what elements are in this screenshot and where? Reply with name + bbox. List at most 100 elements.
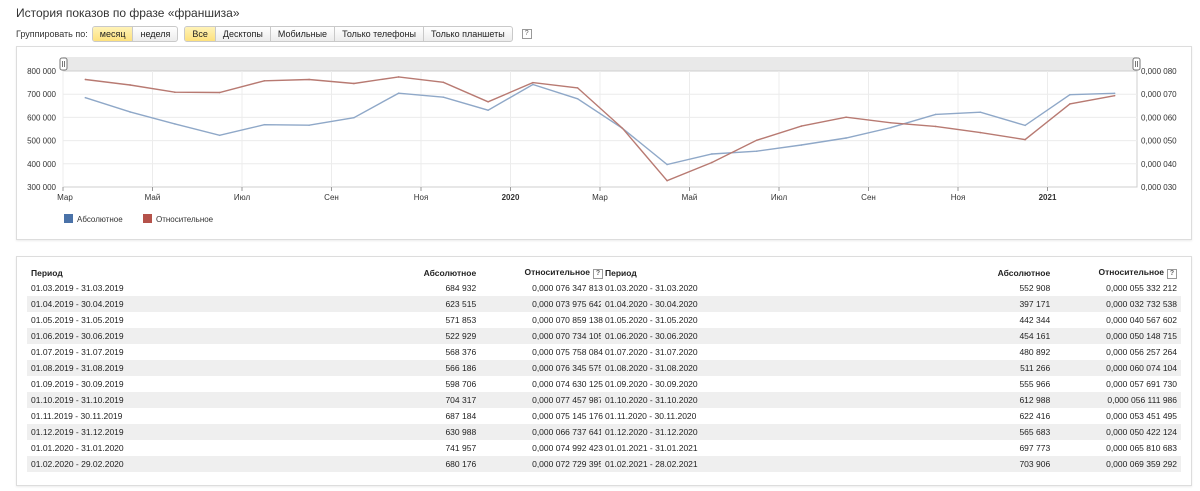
data-table-right: Период Абсолютное Относительное? 01.03.2… xyxy=(601,266,1181,472)
period-cell: 01.10.2020 - 31.10.2020 xyxy=(601,392,951,408)
data-point xyxy=(1069,93,1071,96)
data-point xyxy=(755,139,758,142)
device-mobile-button[interactable]: Мобильные xyxy=(269,27,334,41)
period-cell: 01.11.2020 - 30.11.2020 xyxy=(605,411,697,421)
y-right-tick-label: 0,000 060 xyxy=(1141,113,1177,122)
range-scrollbar[interactable] xyxy=(63,57,1137,71)
absolute-cell: 697 773 xyxy=(1019,443,1051,453)
table-row: 01.05.2019 - 31.05.2019 571 853 0,000 070 … xyxy=(27,312,607,328)
range-handle-left[interactable] xyxy=(59,57,68,71)
data-point xyxy=(890,126,892,129)
period-cell: 01.02.2020 - 29.02.2020 xyxy=(27,456,377,472)
group-by-label: Группировать по: xyxy=(16,29,88,39)
data-point xyxy=(934,125,937,128)
period-toggle: месяц неделя xyxy=(91,26,179,42)
table-row: 01.06.2020 - 30.06.2020 454 161 0,000 050 … xyxy=(601,328,1181,344)
data-point xyxy=(487,100,489,103)
help-icon[interactable]: ? xyxy=(521,29,532,39)
column-header-relative: Относительное? xyxy=(1054,266,1181,280)
table-row: 01.10.2020 - 31.10.2020 612 988 0,000 056 … xyxy=(601,392,1181,408)
page-title: История показов по фразе «франшиза» xyxy=(16,6,240,20)
relative-cell: 0,000 060 074 104 xyxy=(1054,360,1181,376)
period-cell: 01.05.2020 - 31.05.2020 xyxy=(605,315,698,325)
absolute-cell: 571 853 xyxy=(445,315,477,325)
y-left-tick-label: 300 000 xyxy=(27,183,56,192)
period-cell: 01.03.2020 - 31.03.2020 xyxy=(605,283,698,293)
table-row: 01.07.2020 - 31.07.2020 480 892 0,000 056 … xyxy=(601,344,1181,360)
column-header-period: Период xyxy=(31,268,63,278)
data-point xyxy=(263,123,266,126)
impressions-chart: 800 000 0,000 080 700 000 0,000 070 600 000 0… xyxy=(27,57,1177,224)
group-week-button[interactable]: неделя xyxy=(132,27,177,41)
data-point xyxy=(218,134,221,137)
data-point xyxy=(218,91,221,94)
relative-cell: 0,000 057 691 730 xyxy=(1106,379,1177,389)
period-cell: 01.12.2020 - 31.12.2020 xyxy=(601,424,951,440)
chart-panel: 800 000 0,000 080 700 000 0,000 070 600 000 0… xyxy=(16,46,1192,240)
table-row: 01.03.2020 - 31.03.2020 552 908 0,000 055 … xyxy=(601,280,1181,296)
relative-cell: 0,000 050 148 715 xyxy=(1054,328,1181,344)
period-cell: 01.06.2019 - 30.06.2019 xyxy=(27,328,377,344)
device-tablets-button[interactable]: Только планшеты xyxy=(422,27,512,41)
period-cell: 01.09.2019 - 30.09.2019 xyxy=(31,379,124,389)
period-cell: 01.04.2020 - 30.04.2020 xyxy=(601,296,951,312)
relative-cell: 0,000 040 567 602 xyxy=(1106,315,1177,325)
table-row: 01.06.2019 - 30.06.2019 522 929 0,000 070 … xyxy=(27,328,607,344)
legend-label: Абсолютное xyxy=(77,215,123,224)
period-cell: 01.07.2020 - 31.07.2020 xyxy=(605,347,698,357)
absolute-cell: 598 706 xyxy=(445,379,477,389)
data-point xyxy=(845,116,847,119)
table-row: 01.04.2020 - 30.04.2020 397 171 0,000 032 … xyxy=(601,296,1181,312)
period-cell: 01.11.2019 - 30.11.2019 xyxy=(31,411,123,421)
data-point xyxy=(129,111,131,113)
absolute-cell: 741 957 xyxy=(445,443,477,453)
data-point xyxy=(532,81,534,84)
table-row: 01.05.2020 - 31.05.2020 442 344 0,000 040 … xyxy=(601,312,1181,328)
data-point xyxy=(800,125,803,127)
device-desktop-button[interactable]: Десктопы xyxy=(214,27,270,41)
absolute-cell: 566 186 xyxy=(376,360,481,376)
device-phones-button[interactable]: Только телефоны xyxy=(334,27,423,41)
data-point xyxy=(979,111,982,113)
data-point xyxy=(621,127,624,130)
period-cell: 01.04.2019 - 30.04.2019 xyxy=(27,296,377,312)
relative-cell: 0,000 053 451 495 xyxy=(1106,411,1177,421)
data-point xyxy=(532,83,534,86)
data-point xyxy=(711,161,713,164)
absolute-cell: 612 988 xyxy=(950,392,1055,408)
period-cell: 01.06.2020 - 30.06.2020 xyxy=(601,328,951,344)
table-row: 01.09.2019 - 30.09.2019 598 706 0,000 074 … xyxy=(27,376,607,392)
absolute-cell: 687 184 xyxy=(445,411,477,421)
y-right-tick-label: 0,000 070 xyxy=(1141,90,1177,99)
data-point xyxy=(890,121,892,124)
data-point xyxy=(800,144,803,146)
range-handle-right[interactable] xyxy=(1132,57,1141,71)
relative-cell: 0,000 032 732 538 xyxy=(1054,296,1181,312)
relative-cell: 0,000 074 630 125 xyxy=(532,379,603,389)
x-tick-label: Сен xyxy=(324,193,339,202)
absolute-cell: 555 966 xyxy=(1019,379,1051,389)
help-icon[interactable]: ? xyxy=(1167,269,1177,279)
data-point xyxy=(979,131,982,134)
y-left-tick-label: 800 000 xyxy=(27,67,56,76)
relative-cell: 0,000 074 992 423 xyxy=(532,443,603,453)
table-row: 01.01.2021 - 31.01.2021 697 773 0,000 065 … xyxy=(601,440,1181,456)
period-cell: 01.01.2021 - 31.01.2021 xyxy=(605,443,698,453)
group-month-button[interactable]: месяц xyxy=(92,27,133,41)
relative-cell: 0,000 077 457 987 xyxy=(480,392,607,408)
y-left-tick-label: 700 000 xyxy=(27,90,56,99)
data-point xyxy=(845,137,847,139)
table-row: 01.09.2020 - 30.09.2020 555 966 0,000 057 … xyxy=(601,376,1181,392)
data-point xyxy=(711,153,713,155)
relative-cell: 0,000 056 111 986 xyxy=(1054,392,1181,408)
data-point xyxy=(666,163,668,166)
table-row: 01.03.2019 - 31.03.2019 684 932 0,000 076 … xyxy=(27,280,607,296)
device-all-button[interactable]: Все xyxy=(185,27,215,41)
x-tick-label: Июл xyxy=(771,193,788,202)
data-point xyxy=(666,179,668,182)
x-tick-label: Мар xyxy=(57,193,73,202)
data-point xyxy=(174,91,176,94)
data-point xyxy=(1069,103,1071,105)
relative-cell: 0,000 056 257 264 xyxy=(1106,347,1177,357)
device-toggle: Все Десктопы Мобильные Только телефоны Т… xyxy=(184,26,513,42)
